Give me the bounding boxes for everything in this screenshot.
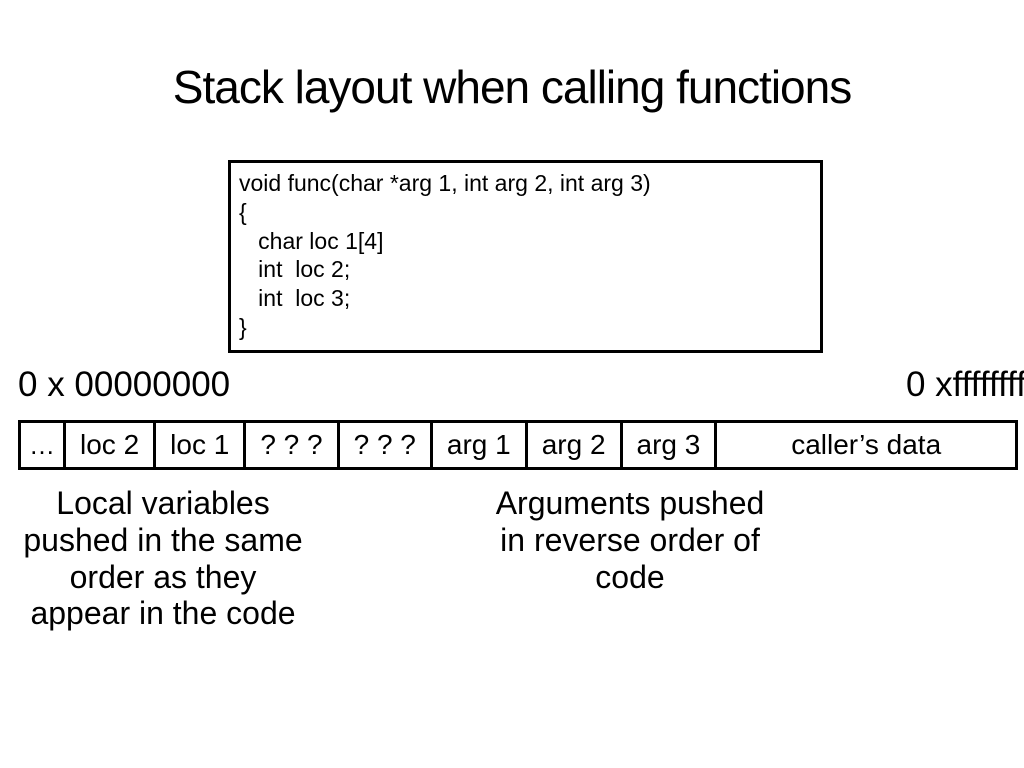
note-local-vars: Local variables pushed in the same order… [18,485,308,632]
stack-row: … loc 2 loc 1 ? ? ? ? ? ? arg 1 arg 2 ar… [18,420,1018,470]
stack-cell-ellipsis: … [21,423,66,467]
address-low: 0 x 00000000 [18,365,230,405]
stack-cell-unknown-1: ? ? ? [246,423,339,467]
stack-cell-arg3: arg 3 [623,423,718,467]
note-arguments: Arguments pushed in reverse order of cod… [490,485,770,595]
stack-cell-caller-data: caller’s data [717,423,1015,467]
stack-cell-unknown-2: ? ? ? [340,423,433,467]
slide-title: Stack layout when calling functions [0,60,1024,114]
stack-cell-arg1: arg 1 [433,423,528,467]
stack-cell-arg2: arg 2 [528,423,623,467]
stack-cell-loc2: loc 2 [66,423,156,467]
code-box: void func(char *arg 1, int arg 2, int ar… [228,160,823,353]
address-high: 0 xffffffff [906,365,1024,405]
stack-cell-loc1: loc 1 [156,423,246,467]
